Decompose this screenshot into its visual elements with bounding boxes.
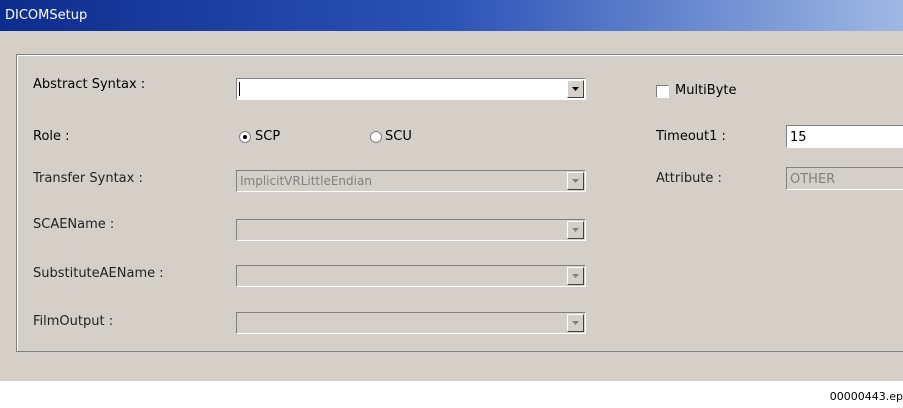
substitute-aename-label: SubstituteAEName :: [33, 266, 164, 281]
transfer-syntax-combobox[interactable]: ImplicitVRLittleEndian: [236, 170, 586, 192]
chevron-down-icon: [572, 274, 579, 278]
chevron-down-icon: [572, 179, 579, 183]
transfer-syntax-dropdown-button[interactable]: [567, 172, 584, 190]
timeout1-value: 15: [790, 130, 807, 145]
transfer-syntax-value: ImplicitVRLittleEndian: [240, 174, 372, 188]
scaename-combobox[interactable]: [236, 219, 586, 241]
substitute-aename-dropdown-button[interactable]: [567, 267, 584, 285]
dicom-setup-window: DICOMSetup Abstract Syntax : MultiByte R…: [0, 0, 903, 381]
title-bar[interactable]: DICOMSetup: [0, 0, 903, 31]
figure-caption: 00000443.ep: [829, 390, 903, 403]
abstract-syntax-combobox[interactable]: [236, 78, 586, 100]
chevron-down-icon: [572, 87, 579, 91]
abstract-syntax-label: Abstract Syntax :: [33, 77, 146, 92]
attribute-value: OTHER: [790, 172, 836, 187]
multibyte-checkbox[interactable]: [656, 85, 669, 98]
film-output-label: FilmOutput :: [33, 314, 114, 329]
role-scu-radio[interactable]: [370, 131, 382, 143]
film-output-dropdown-button[interactable]: [567, 314, 584, 332]
text-caret: [239, 82, 240, 96]
film-output-combobox[interactable]: [236, 312, 586, 334]
timeout1-label: Timeout1 :: [656, 129, 726, 144]
abstract-syntax-dropdown-button[interactable]: [567, 80, 584, 98]
scaename-label: SCAEName :: [33, 217, 115, 232]
chevron-down-icon: [572, 321, 579, 325]
radio-selected-dot: [243, 135, 247, 139]
attribute-input[interactable]: OTHER: [786, 167, 903, 190]
role-label: Role :: [33, 129, 70, 144]
role-scp-label: SCP: [255, 129, 281, 144]
substitute-aename-combobox[interactable]: [236, 265, 586, 287]
role-scu-label: SCU: [385, 129, 412, 144]
timeout1-input[interactable]: 15: [786, 125, 903, 148]
role-scp-radio[interactable]: [239, 131, 251, 143]
scaename-dropdown-button[interactable]: [567, 221, 584, 239]
attribute-label: Attribute :: [656, 171, 722, 186]
window-title: DICOMSetup: [5, 8, 88, 23]
multibyte-label: MultiByte: [675, 83, 737, 98]
transfer-syntax-label: Transfer Syntax :: [33, 171, 143, 186]
chevron-down-icon: [572, 228, 579, 232]
